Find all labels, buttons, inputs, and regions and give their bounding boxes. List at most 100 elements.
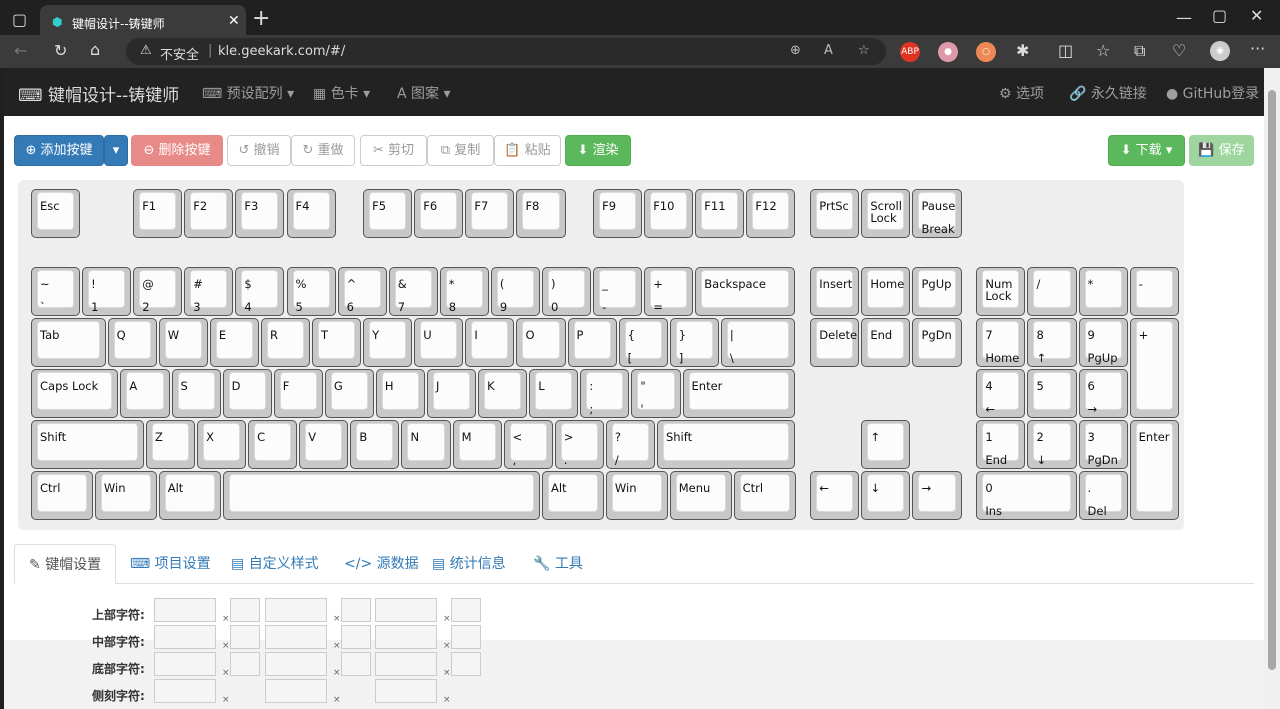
- key-down[interactable]: ↓: [861, 471, 911, 521]
- key-e[interactable]: E: [209, 317, 259, 367]
- tab-source-data[interactable]: </> 源数据: [344, 544, 419, 584]
- key-f2[interactable]: F2: [184, 189, 234, 239]
- presets-menu[interactable]: ⌨ 预设配列 ▾: [202, 83, 294, 103]
- legend-input[interactable]: [154, 679, 216, 703]
- key-k2[interactable]: @2: [133, 266, 183, 316]
- favorite-icon[interactable]: ☆: [858, 43, 870, 58]
- key-n6[interactable]: 6 →: [1078, 368, 1128, 418]
- key-f8[interactable]: F8: [516, 189, 566, 239]
- legend-color-input[interactable]: [341, 652, 371, 676]
- key-s[interactable]: S: [171, 368, 221, 418]
- key-lwin[interactable]: Win: [94, 471, 157, 521]
- key-lshift[interactable]: Shift: [31, 419, 144, 470]
- more-icon[interactable]: ···: [1250, 39, 1265, 58]
- key-tab[interactable]: Tab: [31, 317, 106, 367]
- key-nstar[interactable]: *: [1078, 266, 1128, 316]
- key-f10[interactable]: F10: [644, 189, 694, 239]
- page-scrollbar[interactable]: [1264, 68, 1280, 709]
- back-icon[interactable]: ←: [14, 41, 27, 60]
- key-bslash[interactable]: | \: [720, 317, 796, 367]
- clear-icon[interactable]: ×: [333, 641, 341, 651]
- key-rbr[interactable]: }]: [669, 317, 719, 367]
- key-rwin[interactable]: Win: [605, 471, 668, 521]
- key-y[interactable]: Y: [363, 317, 413, 367]
- key-menu[interactable]: Menu: [669, 471, 732, 521]
- legend-input[interactable]: [375, 679, 437, 703]
- extension-icon[interactable]: ●: [938, 42, 958, 62]
- colors-menu[interactable]: ▦ 色卡 ▾: [313, 83, 370, 103]
- key-right[interactable]: →: [912, 471, 962, 521]
- key-k4[interactable]: $4: [235, 266, 285, 316]
- legend-input[interactable]: [265, 598, 327, 622]
- add-key-button[interactable]: ⊕ 添加按键: [14, 135, 104, 166]
- key-equal[interactable]: + =: [644, 266, 694, 316]
- key-k6[interactable]: ^ 6: [337, 266, 387, 316]
- key-comma[interactable]: <,: [503, 419, 553, 470]
- copy-button[interactable]: ⧉ 复制: [427, 135, 494, 166]
- minimize-icon[interactable]: —: [1176, 8, 1192, 27]
- read-aloud-icon[interactable]: A: [824, 43, 833, 58]
- key-f6[interactable]: F6: [414, 189, 464, 239]
- key-k8[interactable]: * 8: [439, 266, 489, 316]
- legend-input[interactable]: [375, 652, 437, 676]
- key-rctrl[interactable]: Ctrl: [733, 471, 796, 521]
- key-up[interactable]: ↑: [861, 419, 911, 470]
- tab-keycap-settings[interactable]: ✎ 键帽设置: [14, 544, 117, 584]
- key-pgup[interactable]: PgUp: [912, 266, 962, 316]
- key-q[interactable]: Q: [107, 317, 157, 367]
- key-enter[interactable]: Enter: [682, 368, 796, 418]
- key-v[interactable]: V: [299, 419, 349, 470]
- key-lalt[interactable]: Alt: [158, 471, 221, 521]
- favorites-icon[interactable]: ☆: [1096, 41, 1110, 60]
- key-f1[interactable]: F1: [133, 189, 183, 239]
- window-close-icon[interactable]: ✕: [1250, 6, 1263, 25]
- avatar[interactable]: ◉: [1210, 41, 1230, 61]
- adblock-icon[interactable]: ABP: [900, 42, 920, 62]
- collections-icon[interactable]: ⧉: [1134, 41, 1145, 61]
- key-scroll[interactable]: Scroll Lock: [861, 189, 911, 239]
- key-backspace[interactable]: Backspace: [695, 266, 796, 316]
- key-f12[interactable]: F12: [746, 189, 796, 239]
- key-t[interactable]: T: [312, 317, 362, 367]
- key-ralt[interactable]: Alt: [542, 471, 604, 521]
- key-period[interactable]: >.: [554, 419, 604, 470]
- key-k1[interactable]: ! 1: [82, 266, 132, 316]
- key-d[interactable]: D: [222, 368, 272, 418]
- key-n[interactable]: N: [401, 419, 451, 470]
- key-f[interactable]: F: [273, 368, 323, 418]
- key-delete[interactable]: Delete: [810, 317, 860, 367]
- key-w[interactable]: W: [158, 317, 208, 367]
- download-button[interactable]: ⬇ 下载 ▾: [1108, 135, 1185, 166]
- key-j[interactable]: J: [427, 368, 477, 418]
- key-z[interactable]: Z: [145, 419, 196, 470]
- key-c[interactable]: C: [248, 419, 298, 470]
- home-icon[interactable]: ⌂: [90, 40, 100, 59]
- maximize-icon[interactable]: ▢: [1212, 6, 1227, 25]
- url-input[interactable]: ⚠ 不安全 | kle.geekark.com/#/ ⊕ A ☆: [126, 38, 886, 65]
- scrollbar-thumb[interactable]: [1268, 90, 1276, 670]
- clear-icon[interactable]: ×: [333, 614, 341, 624]
- clear-icon[interactable]: ×: [443, 641, 451, 651]
- key-b[interactable]: B: [350, 419, 400, 470]
- clear-icon[interactable]: ×: [333, 695, 341, 705]
- clear-icon[interactable]: ×: [222, 614, 230, 624]
- clear-icon[interactable]: ×: [443, 614, 451, 624]
- close-tab-icon[interactable]: ✕: [228, 13, 240, 29]
- refresh-icon[interactable]: ↻: [54, 41, 67, 60]
- redo-button[interactable]: ↻ 重做: [291, 135, 355, 166]
- key-pgdn[interactable]: PgDn: [912, 317, 962, 367]
- clear-icon[interactable]: ×: [222, 641, 230, 651]
- tab-actions-icon[interactable]: ▢: [12, 10, 27, 29]
- key-nminus[interactable]: -: [1129, 266, 1179, 316]
- legend-color-input[interactable]: [230, 598, 260, 622]
- key-m[interactable]: M: [452, 419, 502, 470]
- keyboard-layout[interactable]: Esc F1 F2 F3 F4 F5 F6 F7 F8 F9 F10 F11 F12 PrtSc Scrol…: [18, 180, 1184, 530]
- key-slash[interactable]: ? /: [605, 419, 655, 470]
- tab-statistics[interactable]: ▤ 统计信息: [432, 544, 506, 584]
- key-u[interactable]: U: [414, 317, 464, 367]
- legend-input[interactable]: [375, 598, 437, 622]
- key-space[interactable]: [222, 471, 540, 521]
- key-left[interactable]: ←: [810, 471, 860, 521]
- key-f7[interactable]: F7: [465, 189, 515, 239]
- key-x[interactable]: X: [197, 419, 247, 470]
